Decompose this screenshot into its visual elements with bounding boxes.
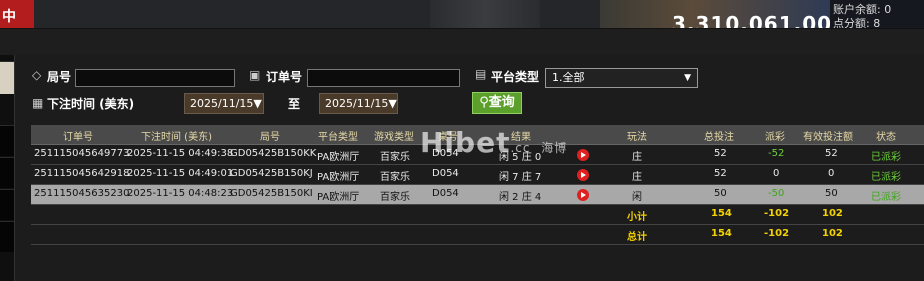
date-from-picker[interactable]: 2025/11/15▼	[184, 93, 264, 114]
total-valid-bet: 102	[822, 228, 843, 239]
cell-time: 2025-11-15 04:48:23	[127, 188, 234, 199]
header-order: 订单号	[63, 132, 93, 143]
order-input[interactable]	[307, 69, 460, 87]
cell-order: 251115045642918	[34, 168, 130, 179]
platform-label: 平台类型	[491, 70, 540, 84]
cell-round: GD05425B150KK	[230, 148, 317, 159]
cell-time: 2025-11-15 04:49:38	[127, 148, 234, 159]
header-platform: 平台类型	[318, 132, 358, 143]
header-valid-bet: 有效投注额	[803, 132, 853, 143]
cell-round: GD05425B150KI	[230, 188, 313, 199]
subtotal-payout: -102	[764, 208, 790, 219]
calendar-icon: ▦	[32, 96, 44, 110]
chevron-down-icon: ▼	[684, 73, 691, 83]
cell-payout: -52	[768, 148, 785, 159]
cell-table: D054	[432, 168, 459, 179]
table-row-selected[interactable]: 251115045635230 2025-11-15 04:48:23 GD05…	[31, 185, 924, 205]
left-tab[interactable]	[0, 125, 14, 156]
round-input[interactable]	[75, 69, 235, 87]
left-tab[interactable]	[0, 157, 14, 188]
header-total-bet: 总投注	[704, 132, 734, 143]
cell-order: 251115045649773	[34, 148, 130, 159]
cell-platform: PA欧洲厅	[317, 192, 360, 203]
cell-total-bet: 52	[714, 148, 727, 159]
header-time: 下注时间 (美东)	[141, 132, 212, 143]
top-bar: 中 3,310,061.00 账户余额: 0 点分额: 8	[0, 0, 924, 29]
cell-valid-bet: 52	[825, 148, 838, 159]
account-points-label: 点分额: 8	[833, 17, 881, 29]
header-round: 局号	[260, 132, 280, 143]
date-to-value: 2025/11/15	[325, 97, 389, 110]
tag-icon: ◇	[32, 68, 42, 82]
search-icon: ⚲	[479, 95, 489, 110]
clipboard-icon: ▣	[249, 68, 261, 82]
header-payout: 派彩	[765, 132, 785, 143]
title-flag: 中	[0, 0, 34, 28]
balance-amount: 3,310,061.00	[672, 12, 833, 29]
header-game: 游戏类型	[374, 132, 414, 143]
cell-bet-type: 闲	[632, 192, 642, 203]
cell-table: D054	[432, 188, 459, 199]
cell-status: 已派彩	[871, 192, 901, 203]
play-video-icon[interactable]	[577, 169, 589, 181]
watermark-domain: .cc	[510, 141, 531, 155]
left-tab[interactable]	[0, 189, 14, 220]
order-label: 订单号	[266, 70, 303, 84]
cell-result: 闲 7 庄 7	[499, 172, 542, 183]
platform-selected-value: 1.全部	[552, 71, 585, 84]
left-tab-active[interactable]	[0, 61, 14, 94]
cell-order: 251115045635230	[34, 188, 130, 199]
chevron-down-icon: ▼	[388, 97, 397, 110]
cell-game: 百家乐	[380, 172, 410, 183]
play-video-icon[interactable]	[577, 149, 589, 161]
cell-total-bet: 52	[714, 168, 727, 179]
cell-bet-type: 庄	[632, 172, 642, 183]
header-status: 状态	[876, 132, 896, 143]
cell-game: 百家乐	[380, 192, 410, 203]
cell-bet-type: 庄	[632, 152, 642, 163]
total-label: 总计	[627, 232, 647, 243]
left-strip	[0, 55, 14, 281]
cell-platform: PA欧洲厅	[317, 172, 360, 183]
query-button[interactable]: ⚲查询	[472, 92, 522, 114]
background-image	[430, 0, 540, 28]
cell-game: 百家乐	[380, 152, 410, 163]
date-to-picker[interactable]: 2025/11/15▼	[319, 93, 398, 114]
to-label: 至	[288, 97, 301, 111]
cell-result: 闲 2 庄 4	[499, 192, 542, 203]
cell-payout: 0	[773, 168, 780, 179]
total-total-bet: 154	[711, 228, 732, 239]
table-row[interactable]: 251115045642918 2025-11-15 04:49:01 GD05…	[31, 165, 924, 185]
date-from-value: 2025/11/15	[190, 97, 254, 110]
cell-status: 已派彩	[871, 172, 901, 183]
watermark-cn: 海博	[541, 141, 568, 155]
subtotal-valid-bet: 102	[822, 208, 843, 219]
cell-time: 2025-11-15 04:49:01	[127, 168, 234, 179]
total-payout: -102	[764, 228, 790, 239]
watermark: Hibet.cc 海博	[420, 126, 567, 159]
header-bet-type: 玩法	[627, 132, 647, 143]
chevron-down-icon: ▼	[253, 97, 262, 110]
play-video-icon[interactable]	[577, 189, 589, 201]
cell-valid-bet: 50	[825, 188, 838, 199]
left-tab[interactable]	[0, 221, 14, 252]
cell-status: 已派彩	[871, 152, 901, 163]
round-label: 局号	[47, 70, 72, 84]
query-label: 查询	[488, 95, 515, 110]
platform-select[interactable]: 1.全部 ▼	[545, 68, 698, 88]
subtotal-row: 小计 154 -102 102	[31, 205, 924, 225]
cell-valid-bet: 0	[828, 168, 835, 179]
cell-payout: -50	[768, 188, 785, 199]
cell-platform: PA欧洲厅	[317, 152, 360, 163]
subtotal-total-bet: 154	[711, 208, 732, 219]
cell-round: GD05425B150KJ	[230, 168, 313, 179]
subtotal-label: 小计	[627, 212, 647, 223]
account-info: 账户余额: 0 点分额: 8	[830, 0, 924, 28]
bet-time-label: 下注时间 (美东)	[47, 97, 135, 111]
table-icon: ▤	[475, 67, 487, 81]
total-row: 总计 154 -102 102	[31, 225, 924, 245]
cell-total-bet: 50	[714, 188, 727, 199]
title-char: 中	[2, 9, 16, 25]
watermark-text: Hibet	[420, 126, 511, 159]
